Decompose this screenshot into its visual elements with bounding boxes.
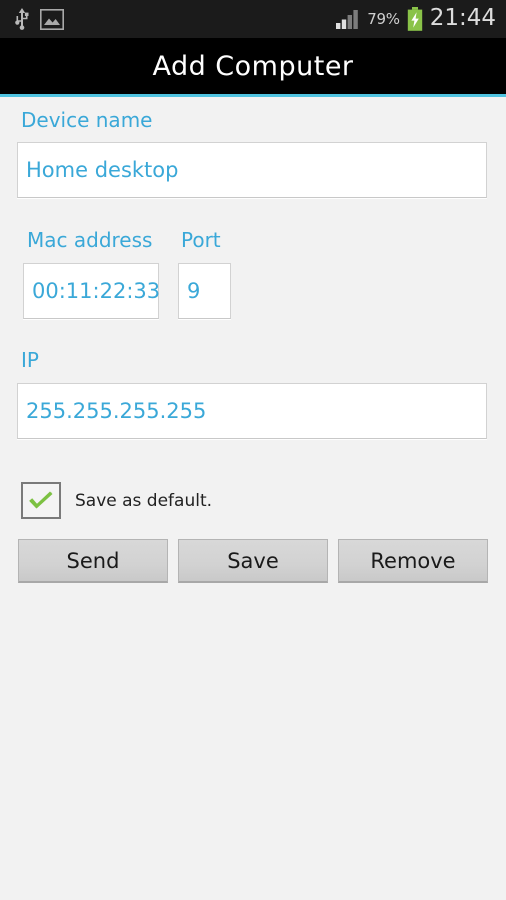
remove-button[interactable]: Remove (338, 539, 488, 583)
save-as-default-row[interactable]: Save as default. (21, 482, 212, 519)
port-input[interactable]: 9 (178, 263, 231, 319)
port-label: Port (181, 228, 221, 252)
status-bar-left-icons (14, 8, 64, 30)
battery-percent-label: 79% (367, 10, 400, 28)
device-name-label: Device name (21, 108, 153, 132)
send-button[interactable]: Send (18, 539, 168, 583)
usb-icon (14, 8, 30, 30)
ip-input[interactable]: 255.255.255.255 (17, 383, 487, 439)
status-bar-clock: 21:44 (429, 4, 496, 31)
checkmark-icon (27, 489, 55, 513)
action-button-row: Send Save Remove (18, 539, 488, 583)
device-name-input[interactable]: Home desktop (17, 142, 487, 198)
battery-charging-icon (407, 7, 423, 31)
mac-address-input[interactable]: 00:11:22:33 (23, 263, 160, 319)
app-title-bar: Add Computer (0, 38, 506, 94)
status-bar[interactable]: 79% 21:44 (0, 0, 506, 38)
save-button[interactable]: Save (178, 539, 328, 583)
add-computer-form: Device name Home desktop Mac address Por… (0, 97, 506, 900)
save-as-default-label: Save as default. (75, 490, 213, 511)
ip-label: IP (21, 348, 39, 372)
signal-bars-icon (336, 9, 360, 29)
image-icon (40, 8, 64, 30)
mac-address-label: Mac address (27, 228, 153, 252)
page-title: Add Computer (152, 50, 354, 82)
save-as-default-checkbox[interactable] (21, 482, 61, 519)
status-bar-right-group: 79% 21:44 (336, 4, 496, 32)
